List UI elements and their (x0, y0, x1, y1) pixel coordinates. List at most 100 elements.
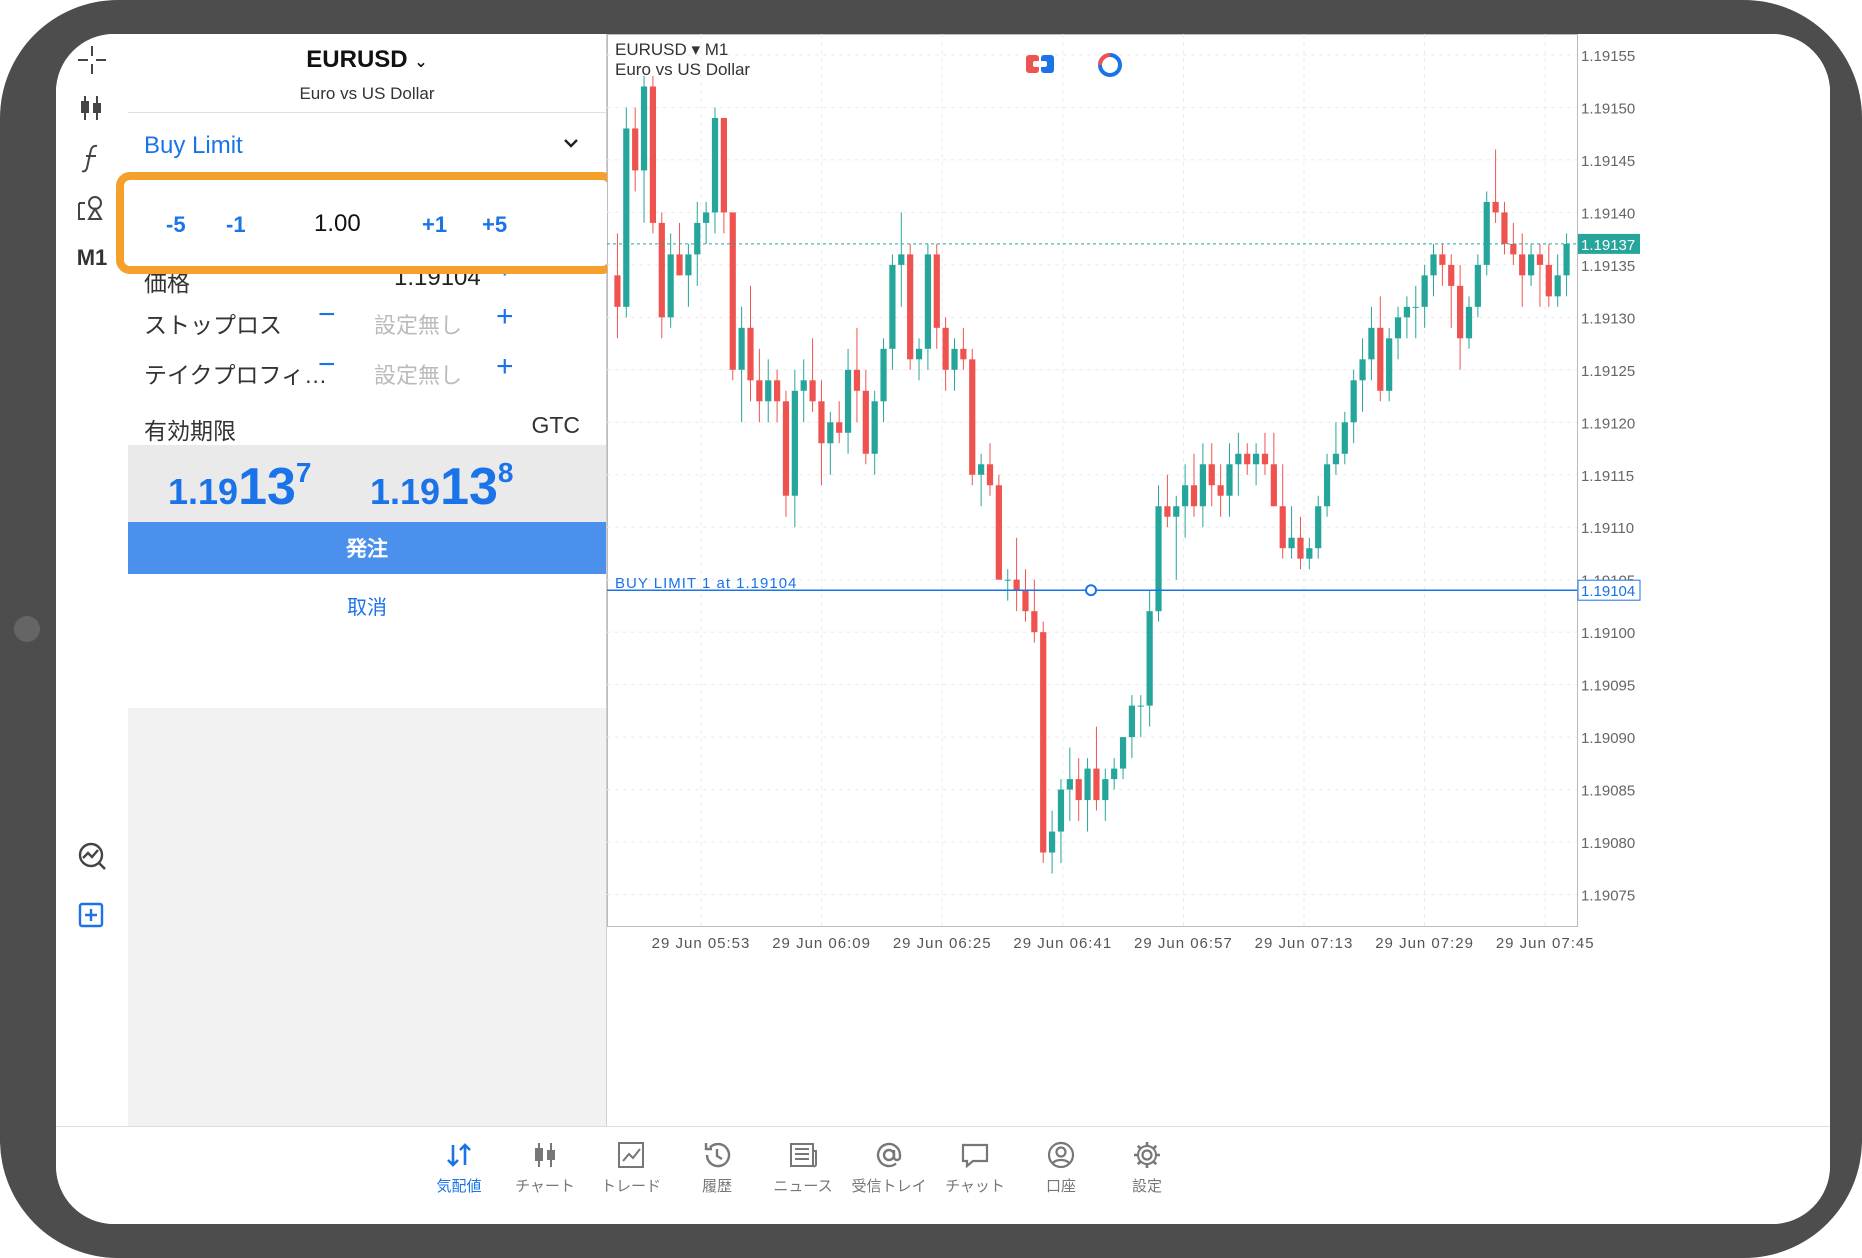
x-tick-label: 29 Jun 06:57 (1134, 935, 1233, 952)
analytics-icon[interactable] (68, 832, 116, 880)
one-click-trading-icon[interactable] (1025, 52, 1055, 76)
buy-limit-label[interactable]: BUY LIMIT 1 at 1.19104 (615, 575, 797, 592)
candle-body (1004, 579, 1011, 581)
candle-body (720, 117, 727, 213)
candle-body (1208, 464, 1215, 486)
nav-news[interactable]: ニュース (760, 1137, 846, 1217)
candle-body (1510, 243, 1517, 255)
candle-body (1164, 506, 1171, 517)
candle-body (1545, 264, 1552, 297)
candle-body (827, 422, 834, 444)
news-icon (790, 1143, 817, 1168)
stoploss-minus-button[interactable]: − (318, 298, 336, 332)
candle-body (658, 222, 665, 318)
nav-mailbox[interactable]: 受信トレイ (846, 1137, 932, 1217)
stoploss-plus-button[interactable]: + (496, 300, 514, 334)
y-tick-label: 1.19135 (1581, 258, 1635, 275)
bid-price: 1.19137 (168, 457, 312, 516)
x-tick-label: 29 Jun 06:41 (1013, 935, 1112, 952)
candle-body (1536, 254, 1544, 265)
candle-body (756, 380, 763, 402)
candle-body (1261, 453, 1269, 465)
x-tick-label: 29 Jun 05:53 (652, 935, 751, 952)
candle-body (942, 327, 949, 370)
volume-plus5-button[interactable]: +5 (482, 212, 507, 238)
indicator-bars-icon[interactable] (68, 84, 116, 132)
candle-body (1111, 768, 1118, 780)
order-type-select[interactable]: Buy Limit (144, 132, 243, 160)
candle-body (1421, 275, 1428, 307)
nav-trade[interactable]: トレード (588, 1137, 674, 1217)
chart-area[interactable]: 1.19155 1.19150 1.19145 1.19140 1.19135 1.191… (607, 34, 1830, 1126)
candle-body (632, 128, 639, 171)
candle-body (782, 401, 790, 496)
candle-body (809, 380, 816, 402)
candle-body (1412, 306, 1419, 308)
timeframe-button[interactable]: M1 (68, 234, 116, 282)
nav-settings[interactable]: 設定 (1104, 1137, 1190, 1217)
expiry-value[interactable]: GTC (531, 412, 580, 439)
account-icon (1047, 1141, 1075, 1169)
nav-label: ニュース (773, 1178, 833, 1195)
candle-body (694, 222, 701, 255)
candle-body (1297, 537, 1304, 559)
new-order-icon[interactable] (68, 892, 116, 940)
y-tick-label: 1.19155 (1581, 48, 1635, 65)
candle-body (836, 422, 843, 433)
crosshair-icon[interactable] (68, 36, 116, 84)
candle-body (1492, 201, 1499, 213)
stoploss-value[interactable]: 設定無し (374, 308, 462, 340)
mailbox-icon (876, 1142, 902, 1168)
nav-chat[interactable]: チャット (932, 1137, 1018, 1217)
symbol-name[interactable]: EURUSD ⌄ (128, 46, 606, 74)
place-order-button[interactable]: 発注 (128, 522, 606, 574)
x-tick-label: 29 Jun 07:45 (1496, 935, 1595, 952)
candle-body (1182, 485, 1189, 507)
candle-body (765, 380, 772, 402)
candle-body (791, 390, 798, 496)
candle-body (1252, 453, 1260, 465)
history-icon (704, 1142, 731, 1168)
candle-body (1031, 611, 1038, 633)
function-icon[interactable] (68, 134, 116, 182)
order-price-label: 1.19104 (1581, 583, 1635, 600)
refresh-indicator-icon[interactable] (1095, 50, 1125, 80)
candle-body (1377, 327, 1384, 391)
candle-body (1226, 464, 1233, 496)
nav-chart[interactable]: チャート (502, 1137, 588, 1217)
candle-body (1048, 831, 1056, 853)
volume-minus5-button[interactable]: -5 (166, 212, 186, 238)
chart-symbol[interactable]: EURUSD ▾ M1 (615, 40, 728, 60)
candle-body (1394, 317, 1402, 339)
y-tick-label: 1.19130 (1581, 310, 1635, 327)
nav-history[interactable]: 履歴 (674, 1137, 760, 1217)
tablet-frame: M1 EURUSD ⌄ Euro vs US Dollar Buy Limit … (0, 0, 1862, 1258)
nav-label: 受信トレイ (851, 1178, 927, 1195)
chat-icon (961, 1143, 989, 1169)
x-tick-label: 29 Jun 07:13 (1255, 935, 1354, 952)
candle-body (880, 348, 887, 402)
volume-input[interactable]: 1.00 (314, 210, 361, 238)
nav-label: 履歴 (701, 1178, 732, 1195)
candle-body (844, 369, 852, 433)
y-tick-label: 1.19080 (1581, 835, 1635, 852)
nav-quotes[interactable]: 気配値 (416, 1137, 502, 1217)
candle-body (1288, 537, 1295, 549)
chevron-down-icon[interactable] (558, 130, 584, 156)
nav-label: チャット (945, 1178, 1005, 1195)
volume-stepper: -5 -1 1.00 +1 +5 (116, 172, 616, 274)
takeprofit-minus-button[interactable]: − (318, 348, 336, 382)
candle-body (1217, 485, 1224, 496)
symbol-header[interactable]: EURUSD ⌄ Euro vs US Dollar (128, 34, 606, 113)
takeprofit-plus-button[interactable]: + (496, 350, 514, 384)
candle-body (1430, 254, 1437, 276)
objects-icon[interactable] (68, 184, 116, 232)
volume-plus1-button[interactable]: +1 (422, 212, 447, 238)
volume-minus1-button[interactable]: -1 (226, 212, 246, 238)
candle-body (1235, 453, 1242, 465)
cancel-button[interactable]: 取消 (128, 574, 606, 636)
nav-account[interactable]: 口座 (1018, 1137, 1104, 1217)
takeprofit-value[interactable]: 設定無し (374, 358, 462, 390)
candle-body (862, 390, 869, 454)
candle-body (1093, 768, 1100, 801)
